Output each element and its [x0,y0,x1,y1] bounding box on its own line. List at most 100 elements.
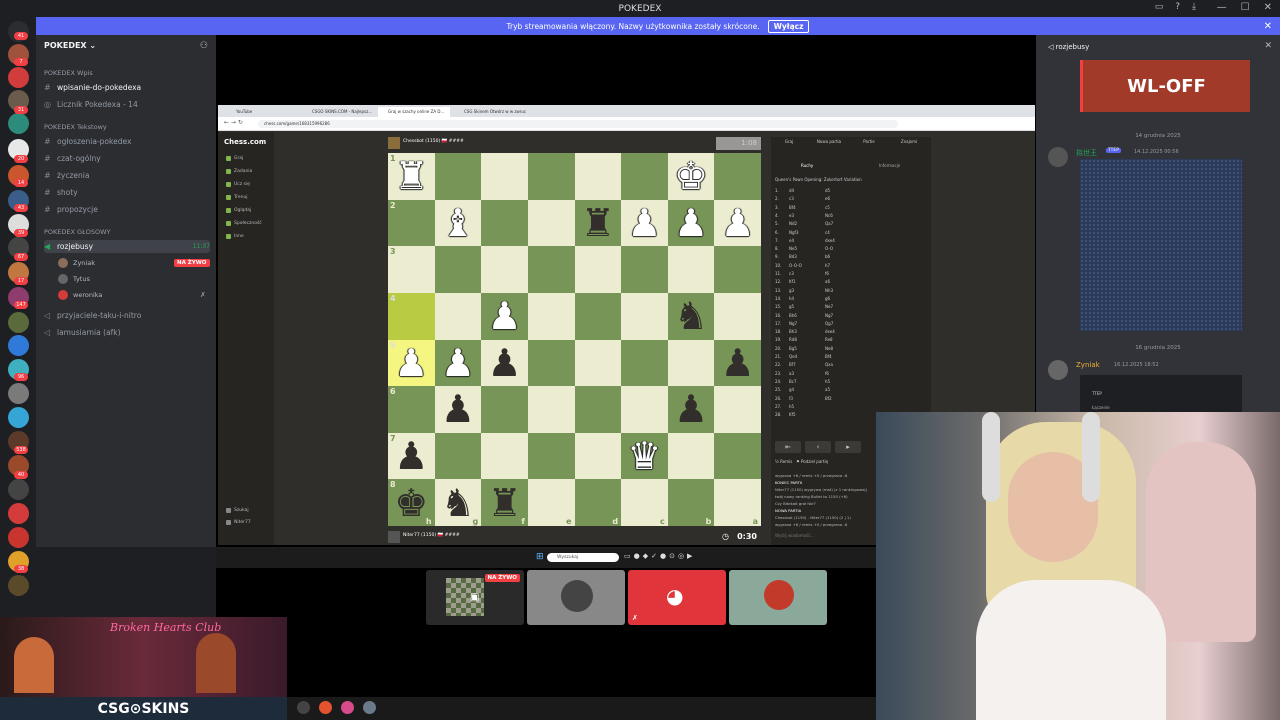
url-field[interactable]: chess.com/game/168315996286 [258,120,898,128]
voice-user[interactable]: weronika [58,290,102,300]
channel-item[interactable]: # wpisanie-do-pokedexa [44,81,210,94]
server-icon[interactable] [8,67,29,88]
move-row[interactable]: 13. g3 Nh3 [775,287,925,295]
board-square[interactable] [527,246,575,293]
move-row[interactable]: 3. Bf4 c5 [775,204,925,212]
nav-item[interactable]: Oglądaj [226,208,251,213]
nav-item[interactable]: Społeczność [226,221,262,226]
app-icon[interactable] [297,701,310,714]
user-tile[interactable] [527,570,625,625]
move-row[interactable]: 27. h5 [775,403,925,411]
board-square[interactable]: e [527,479,575,526]
move-row[interactable]: 18. Bh3 dxe4 [775,328,925,336]
move-row[interactable]: 8. Ne5 O-O [775,245,925,253]
panel-tab[interactable]: Partie [851,139,887,144]
move-row[interactable]: 10. O-O-O h7 [775,262,925,270]
close-icon[interactable]: ✕ [1264,2,1272,13]
settings-icon[interactable] [363,701,376,714]
channel-item[interactable]: # propozycje [44,203,210,216]
black-knight-icon[interactable]: ♞ [674,297,708,335]
move-row[interactable]: 9. Bd3 b6 [775,253,925,261]
video-thumbnail[interactable]: WL-OFF [1080,60,1250,112]
brave-icon[interactable] [319,701,332,714]
channel-item[interactable]: # czat-ogólny [44,152,210,165]
board-square[interactable] [481,153,528,200]
stream-tile[interactable]: ▣ NA ŻYWO [426,570,524,625]
board-square[interactable] [621,292,668,340]
user-tile[interactable]: ◕ ✗ [628,570,726,625]
board-square[interactable] [667,432,715,480]
move-row[interactable]: 25. g4 a5 [775,386,925,394]
board-square[interactable]: ♟ [667,199,715,247]
board-square[interactable] [667,246,715,293]
move-row[interactable]: 17. Ng7 Qg7 [775,320,925,328]
help-icon[interactable]: ? [1175,2,1180,12]
nav-item[interactable]: Trenuj [226,195,248,200]
board-square[interactable]: ♞ [667,292,715,340]
board-square[interactable]: ♟ [481,292,528,340]
server-name[interactable]: POKEDEX ⌄ [44,41,96,50]
move-row[interactable]: 23. a3 f6 [775,370,925,378]
board-square[interactable]: 7 ♟ [388,432,435,480]
board-square[interactable] [574,386,622,433]
app-icon[interactable] [341,701,354,714]
black-pawn-icon[interactable]: ♟ [674,390,708,428]
board-square[interactable]: 3 [388,246,435,293]
board-square[interactable] [574,292,622,340]
move-row[interactable]: 26. f3 Bf2 [775,395,925,403]
nav-item[interactable]: Szukaj [226,508,249,513]
server-icon[interactable] [8,335,29,356]
pinned-apps-icon[interactable]: ▭●◆✓●⊙◎▶ [624,552,695,560]
board-square[interactable]: ♟ [434,339,482,387]
inbox-icon[interactable]: ▭ [1155,2,1164,12]
board-square[interactable]: d [574,479,622,526]
white-king-icon[interactable]: ♚ [674,157,708,195]
panel-tab[interactable]: Graj [771,139,807,144]
move-row[interactable]: 6. Ngf3 c4 [775,229,925,237]
panel-tab[interactable]: Znajomi [891,139,927,144]
board-square[interactable] [434,246,482,293]
move-row[interactable]: 22. Bf7 Qxa [775,361,925,369]
move-row[interactable]: 14. h4 g6 [775,295,925,303]
server-icon[interactable] [8,575,29,596]
white-pawn-icon[interactable]: ♟ [627,204,661,242]
board-square[interactable]: b [667,479,715,526]
move-row[interactable]: 24. Bc7 h5 [775,378,925,386]
board-square[interactable]: 5 ♟ [388,339,435,387]
add-member-icon[interactable]: ⚇ [200,41,208,51]
black-pawn-icon[interactable]: ♟ [721,344,755,382]
board-square[interactable]: ♟ [434,386,482,433]
board-square[interactable]: 6 [388,386,435,433]
board-square[interactable]: c [621,479,668,526]
board-square[interactable] [621,246,668,293]
board-square[interactable] [574,339,622,387]
nav-arrows-icon[interactable]: ← → ↻ [224,119,243,126]
browser-tab[interactable]: Graj w szachy online ZA D... [378,107,450,117]
white-queen-icon[interactable]: ♛ [627,437,661,475]
channel-item[interactable]: # życzenia [44,169,210,182]
server-icon[interactable] [8,407,29,428]
channel-item[interactable]: # shoty [44,186,210,199]
white-pawn-icon[interactable]: ♟ [488,297,522,335]
board-square[interactable] [527,339,575,387]
board-square[interactable] [481,386,528,433]
voice-user[interactable]: Zyniak [58,258,95,268]
board-square[interactable] [527,199,575,247]
server-icon[interactable] [8,383,29,404]
board-square[interactable] [527,153,575,200]
board-square[interactable] [434,432,482,480]
first-move-button[interactable]: ⇤ [775,441,801,453]
draw-button[interactable]: ½ Remis ⚑ Podziel partię [775,459,828,464]
close-banner-icon[interactable]: ✕ [1264,21,1272,32]
board-square[interactable]: 1 ♜ [388,153,435,200]
avatar[interactable] [1048,360,1068,380]
board-square[interactable]: ♛ [621,432,668,480]
board-square[interactable]: ♜ [574,199,622,247]
chat-input[interactable]: Wyślij wiadomość... [775,533,814,538]
board-square[interactable] [481,199,528,247]
black-knight-icon[interactable]: ♞ [441,484,475,522]
nav-item[interactable]: Graj [226,156,243,161]
move-row[interactable]: 4. e3 Nc6 [775,212,925,220]
user-tile[interactable] [729,570,827,625]
board-square[interactable] [527,292,575,340]
